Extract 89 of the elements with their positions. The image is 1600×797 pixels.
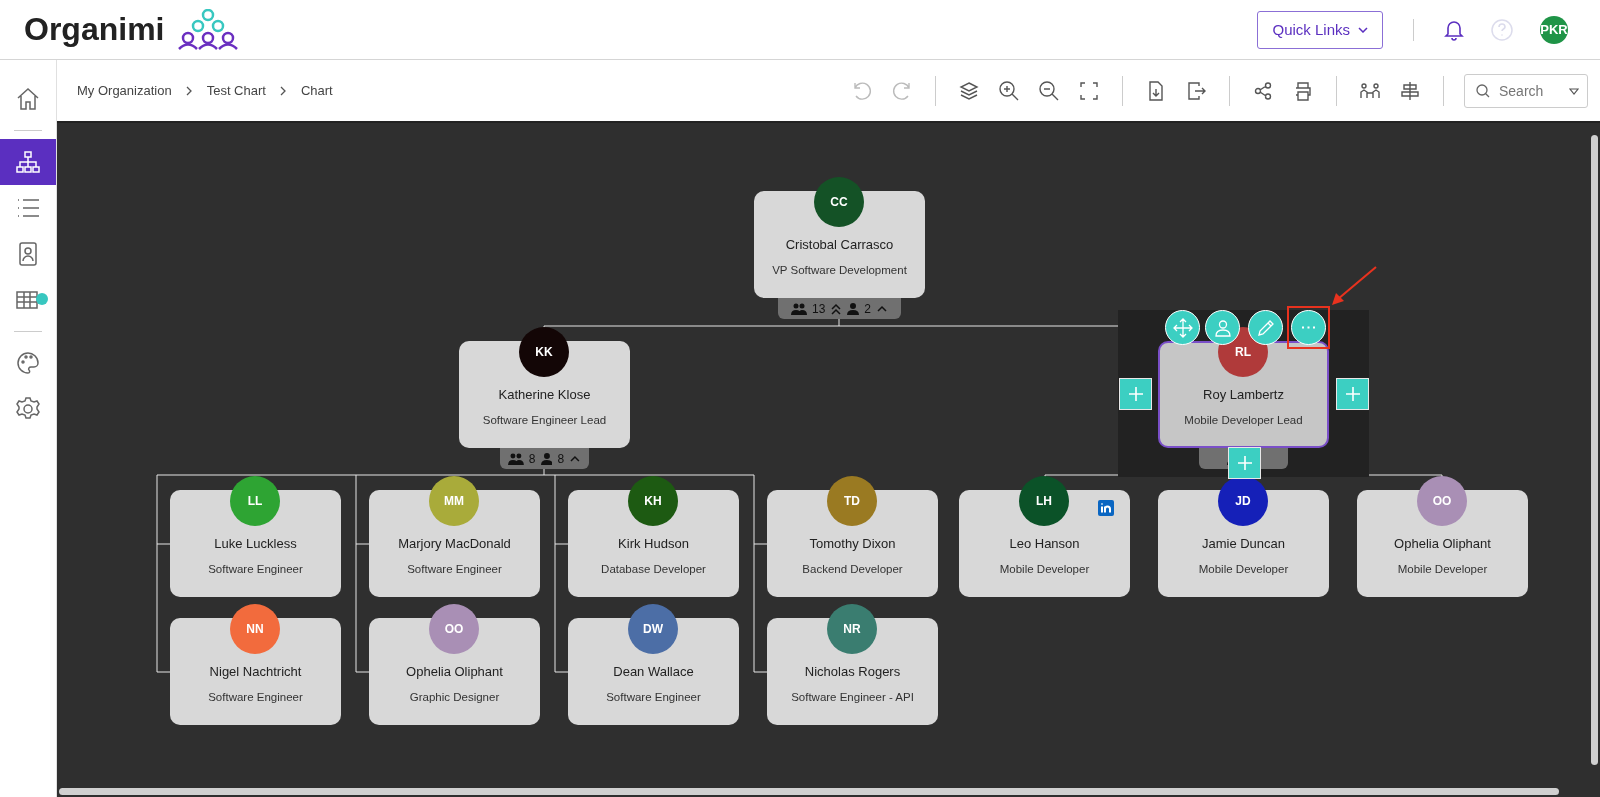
plus-icon — [1127, 386, 1144, 402]
more-icon — [1302, 326, 1315, 329]
vertical-scrollbar[interactable] — [1591, 135, 1598, 765]
initials-avatar: NN — [230, 604, 280, 654]
person-name: Nigel Nachtricht — [209, 664, 302, 679]
job-title: Mobile Developer — [1198, 563, 1289, 575]
org-chart-icon — [15, 149, 41, 175]
person-icon — [540, 452, 553, 465]
person-name: Kirk Hudson — [618, 536, 689, 551]
search-field[interactable]: Search — [1464, 73, 1588, 108]
person-name: Luke Luckless — [214, 536, 297, 551]
notification-bell-icon[interactable] — [1444, 18, 1464, 41]
initials-avatar: KH — [628, 476, 678, 526]
chevron-right-icon — [279, 85, 287, 96]
direct-count: 2 — [864, 301, 871, 316]
job-title: Software Engineer - API — [791, 691, 914, 703]
sidebar-item[interactable] — [0, 139, 56, 185]
chevron-right-icon — [185, 85, 193, 96]
layers-icon — [958, 79, 980, 102]
job-title: Backend Developer — [802, 563, 903, 575]
direct-count: 8 — [557, 451, 565, 466]
zoom-out-icon — [1038, 79, 1060, 102]
person-name: Roy Lambertz — [1203, 387, 1284, 402]
person-name: Marjory MacDonald — [398, 536, 511, 551]
logo-text: Organimi — [24, 11, 165, 48]
job-title: VP Software Development — [772, 264, 907, 276]
dropdown-caret-icon[interactable] — [1569, 87, 1579, 95]
breadcrumb-link[interactable]: Chart — [300, 83, 333, 98]
search-icon — [1476, 83, 1490, 98]
initials-avatar: OO — [1417, 476, 1467, 526]
user-avatar[interactable]: PKR — [1540, 15, 1568, 44]
initials-avatar: OO — [429, 604, 479, 654]
chevron-up-icon[interactable] — [569, 453, 581, 464]
person-name: Tomothy Dixon — [809, 536, 896, 551]
initials-avatar: TD — [827, 476, 877, 526]
caret-icon — [1358, 26, 1368, 33]
job-title: Database Developer — [601, 563, 706, 575]
job-title: Software Engineer — [606, 691, 701, 703]
person-name: Katherine Klose — [498, 387, 591, 402]
job-title: Software Engineer — [208, 691, 303, 703]
job-title: Mobile Developer Lead — [1184, 414, 1303, 426]
undo-icon — [851, 79, 873, 102]
person-icon — [847, 302, 860, 315]
job-title: Software Engineer — [208, 563, 303, 575]
job-title: Graphic Designer — [409, 691, 500, 703]
align-icon — [1399, 79, 1421, 102]
initials-avatar: MM — [429, 476, 479, 526]
horizontal-scrollbar[interactable] — [59, 788, 1559, 795]
fit-icon — [1078, 79, 1100, 102]
breadcrumb-link[interactable]: My Organization — [77, 83, 172, 98]
redo-icon — [891, 79, 913, 102]
chevron-up-icon[interactable] — [876, 303, 888, 314]
initials-avatar: KK — [519, 327, 569, 377]
plus-icon — [1236, 455, 1253, 471]
plus-icon — [1344, 386, 1361, 402]
profile-icon — [1212, 317, 1233, 338]
team-count: 8 — [528, 451, 536, 466]
linkedin-icon[interactable] — [1098, 500, 1114, 516]
double-chevron-up-icon[interactable] — [830, 302, 843, 315]
initials-avatar: LL — [230, 476, 280, 526]
settings-icon — [15, 396, 41, 422]
people-icon — [790, 302, 807, 315]
job-title: Software Engineer — [407, 563, 502, 575]
people-icon — [508, 452, 524, 465]
home-icon — [15, 86, 41, 112]
initials-avatar: DW — [628, 604, 678, 654]
person-name: Cristobal Carrasco — [785, 237, 894, 252]
person-name: Ophelia Oliphant — [406, 664, 503, 679]
initials-avatar: CC — [814, 177, 864, 227]
job-title: Mobile Developer — [1397, 563, 1488, 575]
person-name: Dean Wallace — [613, 664, 694, 679]
palette-icon — [15, 350, 41, 376]
move-icon — [1172, 317, 1193, 338]
team-count: 13 — [811, 301, 826, 316]
breadcrumb-link[interactable]: Test Chart — [206, 83, 266, 98]
count-badge[interactable]: 13 2 — [778, 298, 901, 319]
zoom-in-icon — [998, 79, 1020, 102]
job-title: Software Engineer Lead — [482, 414, 607, 426]
person-name: Ophelia Oliphant — [1394, 536, 1491, 551]
exit-icon — [1185, 79, 1207, 102]
initials-avatar: LH — [1019, 476, 1069, 526]
initials-avatar: NR — [827, 604, 877, 654]
job-title: Mobile Developer — [999, 563, 1090, 575]
share-icon — [1252, 79, 1274, 102]
person-name: Leo Hanson — [1009, 536, 1080, 551]
person-name: Nicholas Rogers — [804, 664, 901, 679]
count-badge[interactable]: 8 8 — [500, 448, 589, 469]
person-name: Jamie Duncan — [1201, 536, 1286, 551]
quick-links-button[interactable]: Quick Links — [1257, 10, 1383, 49]
